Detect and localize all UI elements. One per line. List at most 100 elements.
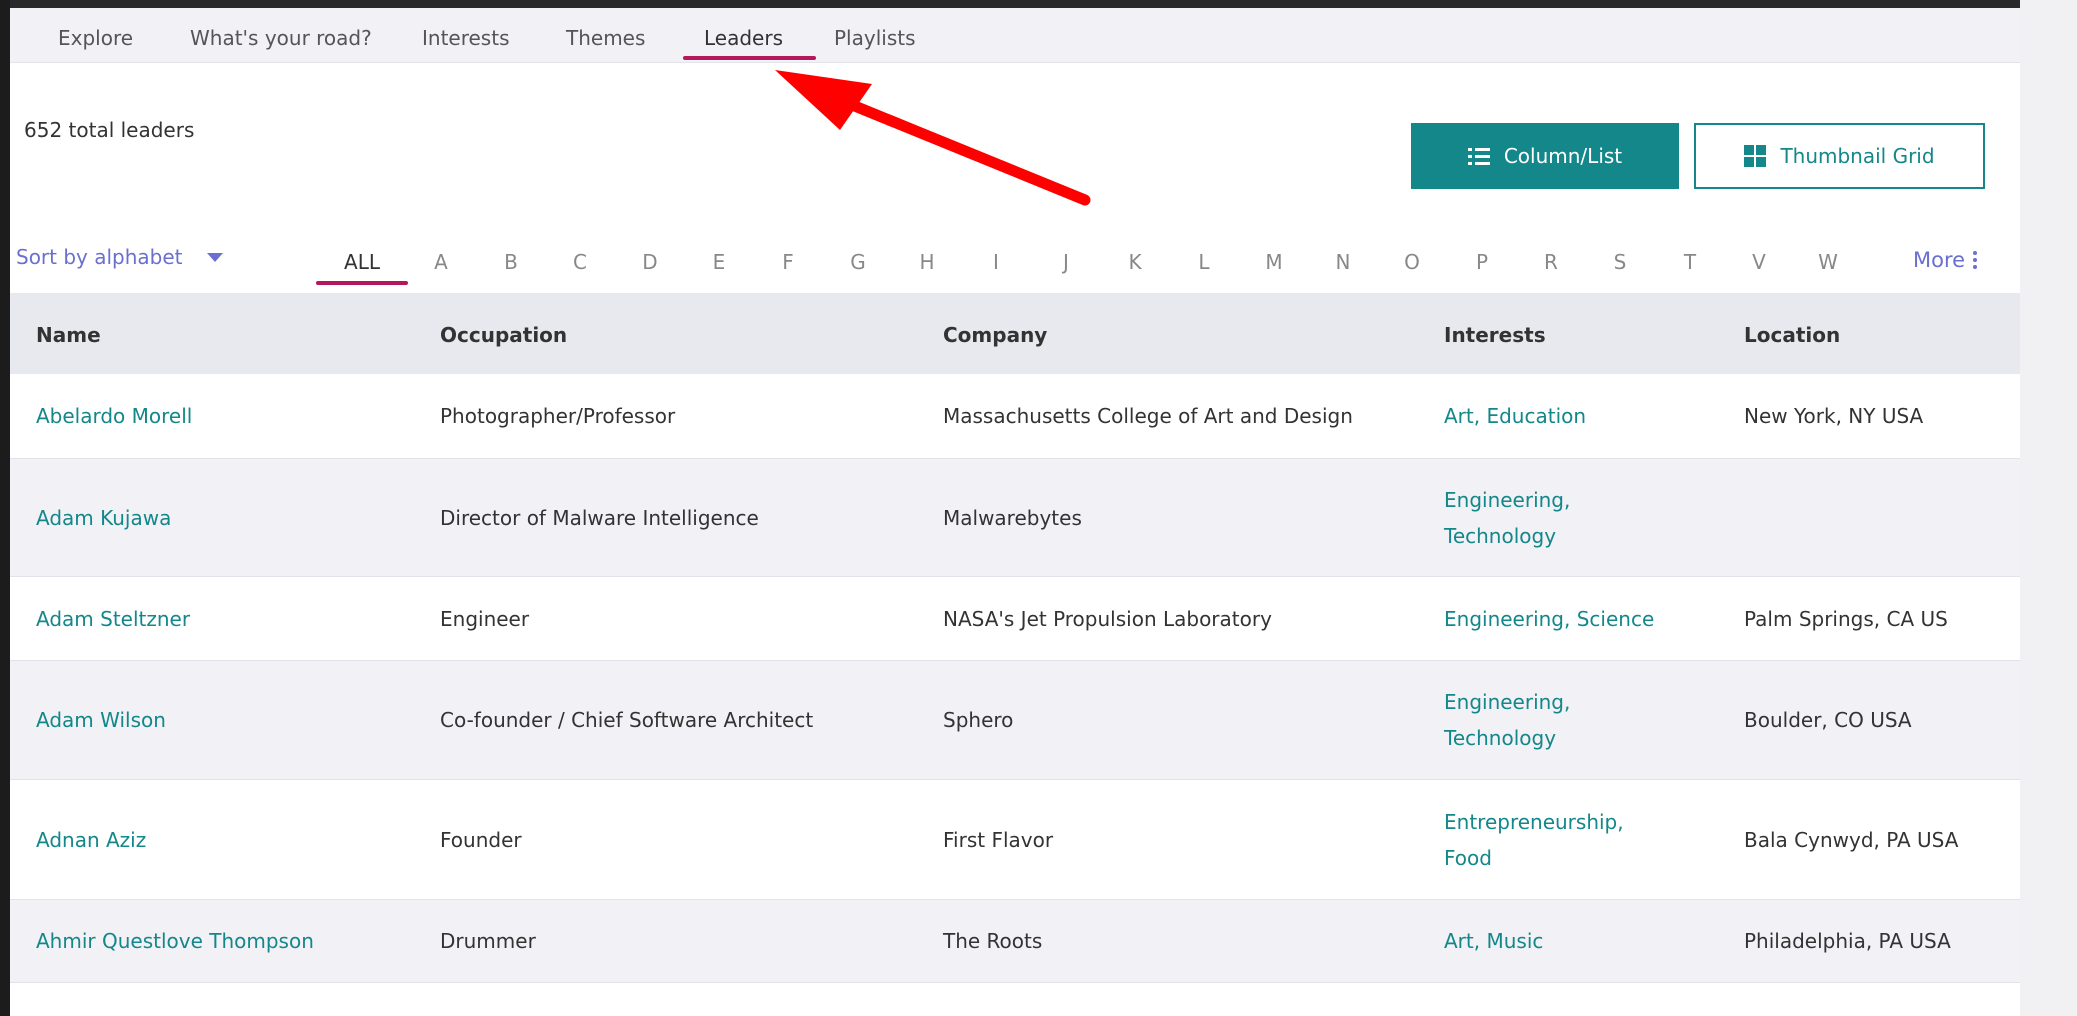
tab-interests[interactable]: Interests bbox=[422, 26, 510, 50]
list-icon bbox=[1467, 147, 1490, 165]
thumbnail-grid-label: Thumbnail Grid bbox=[1780, 144, 1935, 168]
top-edge bbox=[10, 0, 2020, 8]
active-letter-indicator bbox=[316, 281, 408, 285]
grid-icon bbox=[1744, 145, 1767, 167]
tab-themes[interactable]: Themes bbox=[566, 26, 645, 50]
interests-cell: Engineering, Science bbox=[1444, 606, 1655, 631]
table-row: Abelardo Morell Photographer/Professor M… bbox=[10, 374, 2020, 459]
letter-f[interactable]: F bbox=[768, 250, 808, 274]
location-cell: Palm Springs, CA US bbox=[1744, 606, 1948, 631]
table-row: Ahmir Questlove Thompson Drummer The Roo… bbox=[10, 900, 2020, 983]
leader-name-link[interactable]: Ahmir Questlove Thompson bbox=[36, 923, 314, 959]
interest-link[interactable]: Engineering bbox=[1444, 690, 1564, 714]
interest-link[interactable]: Entrepreneurship bbox=[1444, 810, 1617, 834]
table-header: Name Occupation Company Interests Locati… bbox=[10, 293, 2020, 374]
header-occupation[interactable]: Occupation bbox=[440, 323, 567, 347]
leader-name-link[interactable]: Adam Wilson bbox=[36, 702, 166, 738]
letter-all[interactable]: ALL bbox=[342, 250, 382, 274]
occupation-cell: Co-founder / Chief Software Architect bbox=[440, 708, 814, 732]
company-cell: NASA's Jet Propulsion Laboratory bbox=[943, 606, 1272, 631]
company-cell: Massachusetts College of Art and Design bbox=[943, 404, 1353, 428]
header-name[interactable]: Name bbox=[36, 323, 101, 347]
letter-h[interactable]: H bbox=[907, 250, 947, 274]
right-gutter bbox=[2020, 0, 2077, 1016]
header-company[interactable]: Company bbox=[943, 323, 1047, 347]
interest-link[interactable]: Engineering bbox=[1444, 488, 1564, 512]
sort-by-dropdown[interactable]: Sort by alphabet bbox=[16, 245, 223, 269]
letter-a[interactable]: A bbox=[421, 250, 461, 274]
table-row: Adnan Aziz Founder First Flavor Entrepre… bbox=[10, 780, 2020, 900]
leader-name-link[interactable]: Abelardo Morell bbox=[36, 398, 192, 434]
letter-s[interactable]: S bbox=[1600, 250, 1640, 274]
company-cell: Sphero bbox=[943, 708, 1014, 732]
header-location[interactable]: Location bbox=[1744, 323, 1840, 347]
letter-r[interactable]: R bbox=[1531, 250, 1571, 274]
occupation-cell: Engineer bbox=[440, 606, 530, 631]
letter-d[interactable]: D bbox=[630, 250, 670, 274]
interest-link[interactable]: Art bbox=[1444, 929, 1474, 953]
leader-name-link[interactable]: Adam Steltzner bbox=[36, 601, 190, 637]
total-leaders-count: 652 total leaders bbox=[24, 118, 195, 142]
table-row: Adam Steltzner Engineer NASA's Jet Propu… bbox=[10, 577, 2020, 661]
thumbnail-grid-button[interactable]: Thumbnail Grid bbox=[1694, 123, 1985, 189]
interests-cell: Entrepreneurship, Food bbox=[1444, 809, 1624, 870]
more-label: More bbox=[1913, 248, 1966, 272]
tab-playlists[interactable]: Playlists bbox=[834, 26, 916, 50]
interests-cell: Engineering, Technology bbox=[1444, 487, 1571, 548]
occupation-cell: Founder bbox=[440, 827, 522, 852]
letter-m[interactable]: M bbox=[1254, 250, 1294, 274]
location-cell: New York, NY USA bbox=[1744, 404, 1924, 428]
location-cell: Bala Cynwyd, PA USA bbox=[1744, 827, 1959, 852]
letter-c[interactable]: C bbox=[560, 250, 600, 274]
interest-link[interactable]: Engineering bbox=[1444, 607, 1564, 631]
table-row: Adam Wilson Co-founder / Chief Software … bbox=[10, 661, 2020, 780]
interests-cell: Engineering, Technology bbox=[1444, 690, 1571, 750]
vertical-dots-icon bbox=[1973, 251, 1978, 269]
leader-name-link[interactable]: Adam Kujawa bbox=[36, 500, 171, 536]
letter-n[interactable]: N bbox=[1323, 250, 1363, 274]
main-nav: Explore What's your road? Interests Them… bbox=[10, 8, 2020, 63]
company-cell: The Roots bbox=[943, 929, 1043, 953]
letter-j[interactable]: J bbox=[1046, 250, 1086, 274]
letter-e[interactable]: E bbox=[699, 250, 739, 274]
letter-v[interactable]: V bbox=[1739, 250, 1779, 274]
page: Explore What's your road? Interests Them… bbox=[10, 0, 2020, 1016]
letter-k[interactable]: K bbox=[1115, 250, 1155, 274]
sort-by-label: Sort by alphabet bbox=[16, 245, 183, 269]
location-cell: Philadelphia, PA USA bbox=[1744, 929, 1951, 953]
column-list-button[interactable]: Column/List bbox=[1411, 123, 1679, 189]
letter-g[interactable]: G bbox=[838, 250, 878, 274]
letter-t[interactable]: T bbox=[1670, 250, 1710, 274]
letter-o[interactable]: O bbox=[1392, 250, 1432, 274]
interest-link[interactable]: Education bbox=[1486, 404, 1586, 428]
interest-link[interactable]: Food bbox=[1444, 846, 1492, 870]
company-cell: Malwarebytes bbox=[943, 505, 1082, 530]
header-interests[interactable]: Interests bbox=[1444, 323, 1546, 347]
column-list-label: Column/List bbox=[1503, 144, 1623, 168]
more-letters-button[interactable]: More bbox=[1913, 248, 1978, 272]
letter-w[interactable]: W bbox=[1808, 250, 1848, 274]
active-tab-indicator bbox=[683, 56, 816, 60]
tab-leaders[interactable]: Leaders bbox=[704, 26, 783, 50]
table-row: Adam Kujawa Director of Malware Intellig… bbox=[10, 459, 2020, 577]
interest-link[interactable]: Science bbox=[1577, 607, 1655, 631]
letter-l[interactable]: L bbox=[1184, 250, 1224, 274]
interests-cell: Art, Music bbox=[1444, 929, 1544, 953]
occupation-cell: Drummer bbox=[440, 929, 536, 953]
company-cell: First Flavor bbox=[943, 827, 1054, 852]
letter-b[interactable]: B bbox=[491, 250, 531, 274]
tab-whats-your-road[interactable]: What's your road? bbox=[190, 26, 372, 50]
letter-i[interactable]: I bbox=[976, 250, 1016, 274]
interests-cell: Art, Education bbox=[1444, 404, 1587, 428]
letter-p[interactable]: P bbox=[1462, 250, 1502, 274]
interest-link[interactable]: Music bbox=[1486, 929, 1543, 953]
leader-name-link[interactable]: Adnan Aziz bbox=[36, 822, 146, 858]
occupation-cell: Photographer/Professor bbox=[440, 404, 676, 428]
occupation-cell: Director of Malware Intelligence bbox=[440, 505, 759, 530]
interest-link[interactable]: Technology bbox=[1444, 524, 1556, 548]
interest-link[interactable]: Technology bbox=[1444, 726, 1556, 750]
location-cell: Boulder, CO USA bbox=[1744, 708, 1912, 732]
caret-down-icon bbox=[206, 252, 223, 262]
interest-link[interactable]: Art bbox=[1444, 404, 1474, 428]
tab-explore[interactable]: Explore bbox=[58, 26, 133, 50]
